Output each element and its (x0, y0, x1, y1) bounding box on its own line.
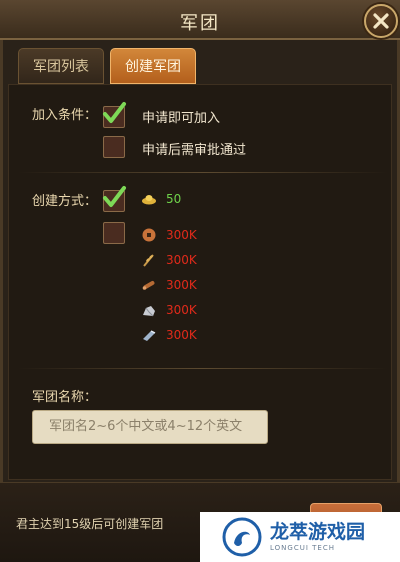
watermark-subtitle: LONGCUI TECH (270, 544, 335, 552)
join-instant-checkbox[interactable] (103, 102, 126, 128)
copper-coin-icon (140, 226, 158, 244)
create-by-gold-checkbox[interactable] (103, 186, 126, 212)
divider (18, 368, 388, 369)
cost-row-copper: 300K (140, 226, 197, 244)
cost-value: 300K (166, 228, 197, 242)
cost-row-gold: 50 (140, 190, 181, 208)
cost-row-grain: 300K (140, 251, 197, 269)
create-method-label: 创建方式： (32, 194, 98, 209)
stone-icon (140, 301, 158, 319)
window-title: 军团 (180, 13, 220, 34)
cost-row-wood: 300K (140, 276, 197, 294)
cost-value: 300K (166, 328, 197, 342)
join-approval-checkbox[interactable] (103, 136, 125, 158)
cost-row-stone: 300K (140, 301, 197, 319)
tab-legion-list[interactable]: 军团列表 (18, 48, 104, 84)
join-approval-label: 申请后需审批通过 (142, 143, 247, 158)
watermark: 龙萃游戏园 LONGCUI TECH (200, 512, 400, 562)
cost-value: 50 (166, 192, 182, 206)
join-instant-label: 申请即可加入 (142, 111, 221, 126)
wood-icon (140, 276, 158, 294)
legion-name-label: 军团名称： (32, 390, 98, 405)
iron-icon (140, 326, 158, 344)
cost-row-iron: 300K (140, 326, 197, 344)
watermark-logo-icon (222, 517, 262, 557)
cost-value: 300K (166, 303, 197, 317)
checkmark-icon (103, 102, 126, 123)
checkmark-icon (103, 186, 126, 207)
cost-value: 300K (166, 253, 197, 267)
watermark-title: 龙萃游戏园 (270, 521, 366, 543)
close-icon (373, 13, 389, 29)
create-by-resources-checkbox[interactable] (103, 222, 125, 244)
cost-value: 300K (166, 278, 197, 292)
legion-name-input[interactable]: 军团名2~6个中文或4~12个英文 (32, 410, 268, 444)
join-conditions-label: 加入条件： (32, 108, 98, 123)
title-bar: 军团 (0, 0, 400, 40)
gold-ingot-icon (140, 190, 158, 208)
level-requirement-notice: 君主达到15级后可创建军团 (16, 517, 164, 531)
grain-icon (140, 251, 158, 269)
close-button[interactable] (364, 4, 398, 38)
tab-create-legion[interactable]: 创建军团 (110, 48, 196, 84)
divider (18, 172, 388, 173)
